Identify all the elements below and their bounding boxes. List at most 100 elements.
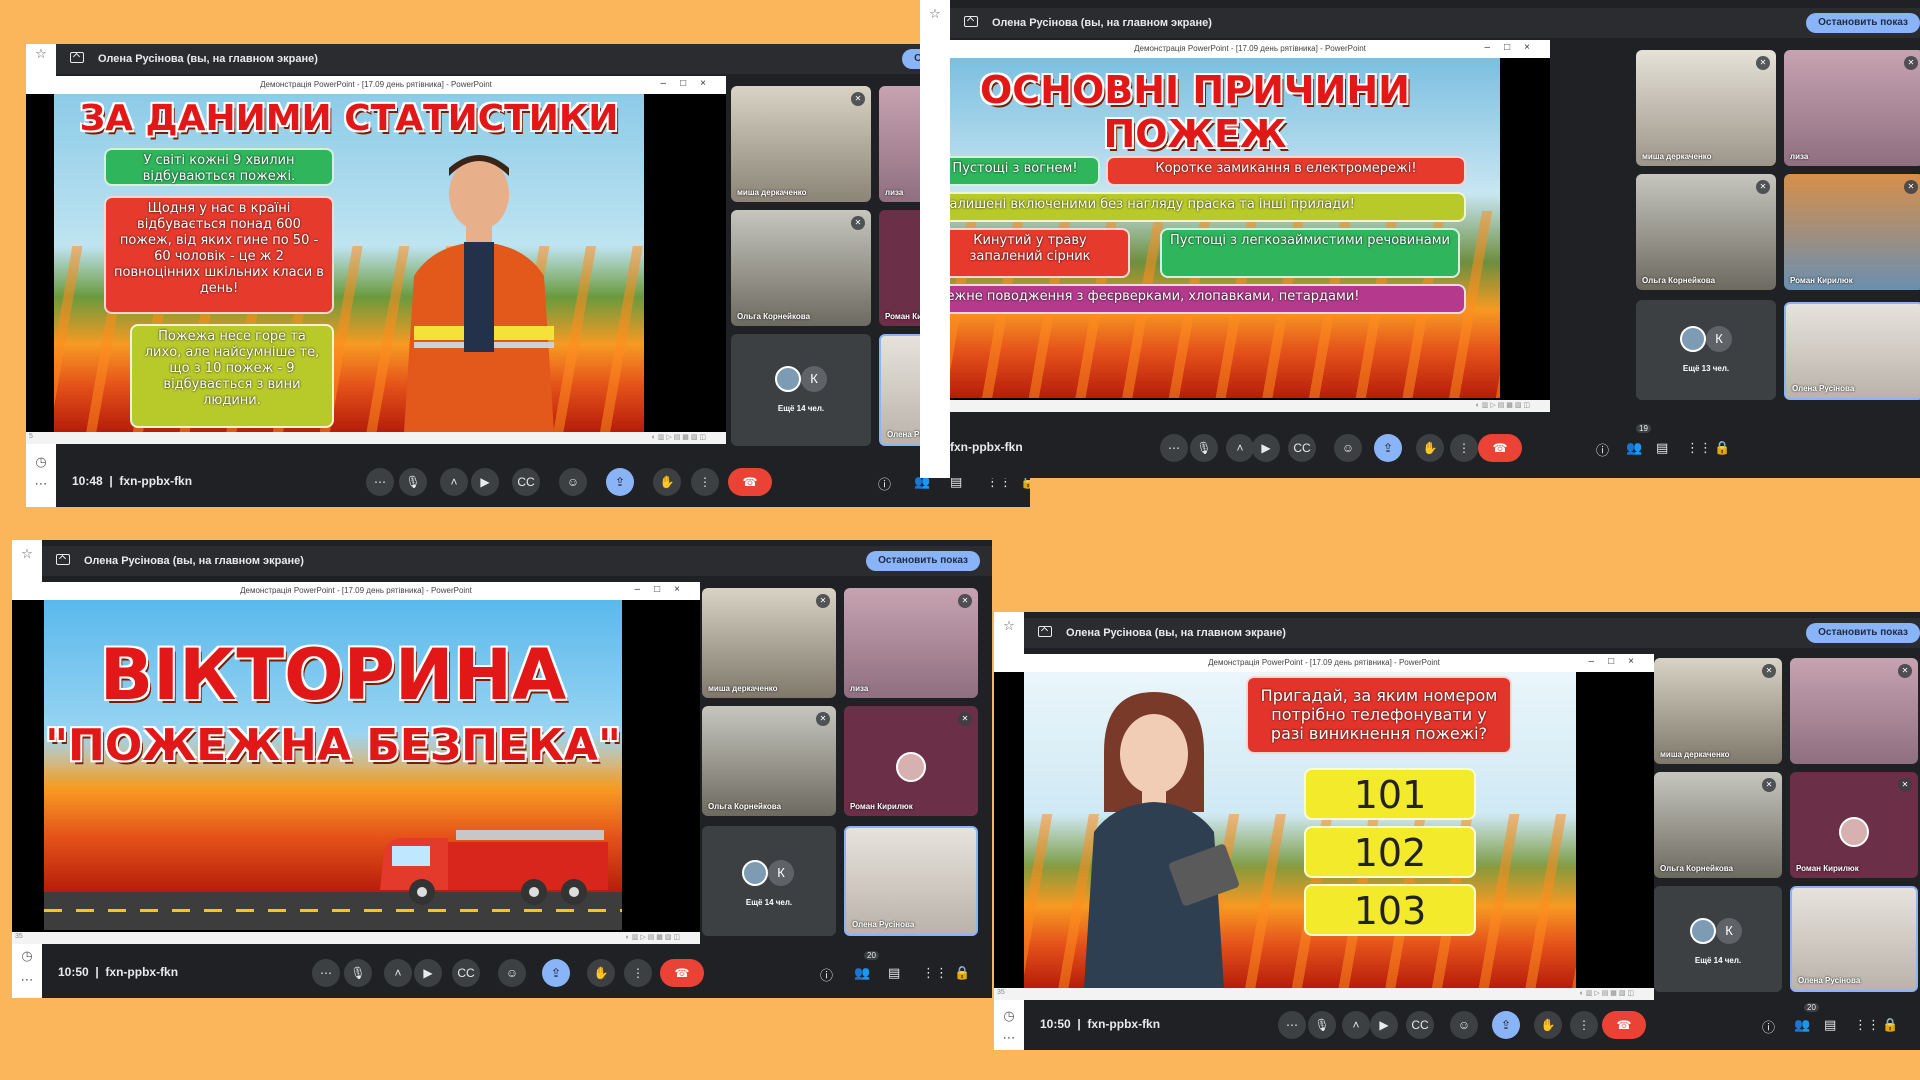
star-icon[interactable]: ☆ bbox=[19, 546, 35, 562]
view-buttons[interactable]: ◐ ▥ ▷ ▤ ▦ ▧ ◫ bbox=[652, 433, 706, 441]
more-participants-tile[interactable]: К Ещё 14 чел. bbox=[702, 826, 836, 936]
participant-tile[interactable]: ✕ миша деркаченко bbox=[1636, 50, 1776, 166]
window-controls[interactable]: –□× bbox=[635, 584, 694, 595]
chat-icon[interactable]: ▤ bbox=[888, 965, 900, 981]
host-controls-icon[interactable]: 🔒 bbox=[1714, 440, 1730, 456]
emoji-icon[interactable]: ☺ bbox=[1334, 434, 1362, 462]
emoji-icon[interactable]: ☺ bbox=[559, 468, 587, 496]
self-tile[interactable]: Олена Русінова bbox=[1784, 302, 1920, 400]
microphone-icon[interactable]: 🎙 bbox=[1308, 1011, 1336, 1039]
clock-icon[interactable]: ◷ bbox=[33, 454, 49, 470]
camera-icon[interactable]: ▶ bbox=[1252, 434, 1280, 462]
clock-icon[interactable]: ◷ bbox=[19, 948, 35, 964]
answer-102[interactable]: 102 bbox=[1304, 826, 1476, 878]
more-vert-icon[interactable]: ⋮ bbox=[1450, 434, 1478, 462]
audio-wave-icon[interactable]: ⋯ bbox=[1278, 1011, 1306, 1039]
star-icon[interactable]: ☆ bbox=[927, 6, 943, 22]
star-icon[interactable]: ☆ bbox=[33, 46, 49, 62]
answer-101[interactable]: 101 bbox=[1304, 768, 1476, 820]
view-buttons[interactable]: ◐ ▥ ▷ ▤ ▦ ▧ ◫ bbox=[626, 933, 680, 941]
microphone-icon[interactable]: 🎙 bbox=[1190, 434, 1218, 462]
participant-tile[interactable]: ✕ миша деркаченко bbox=[731, 86, 871, 202]
people-icon[interactable]: 👥 bbox=[1626, 440, 1642, 456]
more-icon[interactable]: ⋯ bbox=[1001, 1030, 1017, 1046]
chat-icon[interactable]: ▤ bbox=[1656, 440, 1668, 456]
info-icon[interactable]: ⓘ bbox=[820, 965, 833, 984]
more-vert-icon[interactable]: ⋮ bbox=[624, 959, 652, 987]
more-participants-tile[interactable]: К Ещё 14 чел. bbox=[731, 334, 871, 446]
window-controls[interactable]: –□× bbox=[661, 78, 720, 89]
participant-tile[interactable]: ✕ Роман Кирилюк bbox=[1784, 174, 1920, 290]
more-vert-icon[interactable]: ⋮ bbox=[691, 468, 719, 496]
self-tile[interactable]: Олена Русінова bbox=[1790, 886, 1918, 992]
info-icon[interactable]: ⓘ bbox=[878, 474, 891, 493]
chevron-up-icon[interactable]: ˄ bbox=[1226, 434, 1254, 462]
star-icon[interactable]: ☆ bbox=[1001, 618, 1017, 634]
more-options-icon[interactable]: ⋯ bbox=[1160, 434, 1188, 462]
present-screen-icon[interactable]: ⇪ bbox=[606, 468, 634, 496]
participant-tile[interactable]: ✕ лиза bbox=[844, 588, 978, 698]
raise-hand-icon[interactable]: ✋ bbox=[587, 959, 615, 987]
emoji-icon[interactable]: ☺ bbox=[498, 959, 526, 987]
stop-presenting-button[interactable]: Остановить показ bbox=[1806, 623, 1920, 643]
participant-tile[interactable]: ✕ bbox=[1790, 658, 1918, 764]
more-participants-tile[interactable]: К Ещё 13 чел. bbox=[1636, 300, 1776, 400]
more-vert-icon[interactable]: ⋮ bbox=[1570, 1011, 1598, 1039]
more-icon[interactable]: ⋯ bbox=[33, 476, 49, 492]
participant-tile[interactable]: ✕ Ольга Корнейкова bbox=[1636, 174, 1776, 290]
captions-icon[interactable]: CC bbox=[1406, 1011, 1434, 1039]
microphone-icon[interactable]: 🎙 bbox=[344, 959, 372, 987]
window-controls[interactable]: –□× bbox=[1589, 656, 1648, 667]
microphone-icon[interactable]: 🎙 bbox=[399, 468, 427, 496]
more-participants-tile[interactable]: К Ещё 14 чел. bbox=[1654, 886, 1782, 992]
apps-icon[interactable]: ⋮⋮ bbox=[922, 965, 948, 981]
participant-tile[interactable]: ✕ Ольга Корнейкова bbox=[702, 706, 836, 816]
chevron-up-icon[interactable]: ˄ bbox=[384, 959, 412, 987]
info-icon[interactable]: ⓘ bbox=[1596, 440, 1609, 459]
chat-icon[interactable]: ▤ bbox=[1824, 1017, 1836, 1033]
chevron-up-icon[interactable]: ˄ bbox=[1342, 1011, 1370, 1039]
more-icon[interactable]: ⋯ bbox=[19, 972, 35, 988]
stop-presenting-button[interactable]: Остановить показ bbox=[1806, 13, 1920, 33]
host-controls-icon[interactable]: 🔒 bbox=[954, 965, 970, 981]
people-icon[interactable]: 👥 bbox=[854, 965, 870, 981]
participant-tile[interactable]: ✕ Ольга Корнейкова bbox=[731, 210, 871, 326]
participant-tile[interactable]: ✕ миша деркаченко bbox=[1654, 658, 1782, 764]
emoji-icon[interactable]: ☺ bbox=[1450, 1011, 1478, 1039]
camera-icon[interactable]: ▶ bbox=[414, 959, 442, 987]
present-screen-icon[interactable]: ⇪ bbox=[1492, 1011, 1520, 1039]
self-tile[interactable]: Олена Русінова bbox=[844, 826, 978, 936]
captions-icon[interactable]: CC bbox=[512, 468, 540, 496]
window-controls[interactable]: –□× bbox=[1485, 42, 1544, 53]
chevron-up-icon[interactable]: ˄ bbox=[440, 468, 468, 496]
captions-icon[interactable]: CC bbox=[452, 959, 480, 987]
more-options-icon[interactable]: ⋯ bbox=[312, 959, 340, 987]
camera-icon[interactable]: ▶ bbox=[1370, 1011, 1398, 1039]
stop-presenting-button[interactable]: Остановить показ bbox=[866, 551, 980, 571]
apps-icon[interactable]: ⋮⋮ bbox=[1686, 440, 1712, 456]
participant-tile[interactable]: ✕ миша деркаченко bbox=[702, 588, 836, 698]
clock-icon[interactable]: ◷ bbox=[1001, 1008, 1017, 1024]
end-call-button[interactable]: ☎ bbox=[728, 468, 772, 496]
raise-hand-icon[interactable]: ✋ bbox=[1534, 1011, 1562, 1039]
view-buttons[interactable]: ◐ ▥ ▷ ▤ ▦ ▧ ◫ bbox=[1476, 401, 1530, 409]
raise-hand-icon[interactable]: ✋ bbox=[1416, 434, 1444, 462]
camera-icon[interactable]: ▶ bbox=[471, 468, 499, 496]
captions-icon[interactable]: CC bbox=[1288, 434, 1316, 462]
present-screen-icon[interactable]: ⇪ bbox=[542, 959, 570, 987]
end-call-button[interactable]: ☎ bbox=[1478, 434, 1522, 462]
participant-tile[interactable]: ✕ Роман Кирилюк bbox=[844, 706, 978, 816]
participant-tile[interactable]: ✕ лиза bbox=[1784, 50, 1920, 166]
answer-103[interactable]: 103 bbox=[1304, 884, 1476, 936]
raise-hand-icon[interactable]: ✋ bbox=[653, 468, 681, 496]
end-call-button[interactable]: ☎ bbox=[660, 959, 704, 987]
present-screen-icon[interactable]: ⇪ bbox=[1374, 434, 1402, 462]
people-icon[interactable]: 👥 bbox=[1794, 1017, 1810, 1033]
end-call-button[interactable]: ☎ bbox=[1602, 1011, 1646, 1039]
participant-tile[interactable]: ✕ Роман Кирилюк bbox=[1790, 772, 1918, 878]
apps-icon[interactable]: ⋮⋮ bbox=[1854, 1017, 1880, 1033]
participant-tile[interactable]: ✕ Ольга Корнейкова bbox=[1654, 772, 1782, 878]
view-buttons[interactable]: ◐ ▥ ▷ ▤ ▦ ▧ ◫ bbox=[1580, 989, 1634, 997]
host-controls-icon[interactable]: 🔒 bbox=[1882, 1017, 1898, 1033]
more-options-icon[interactable]: ⋯ bbox=[366, 468, 394, 496]
